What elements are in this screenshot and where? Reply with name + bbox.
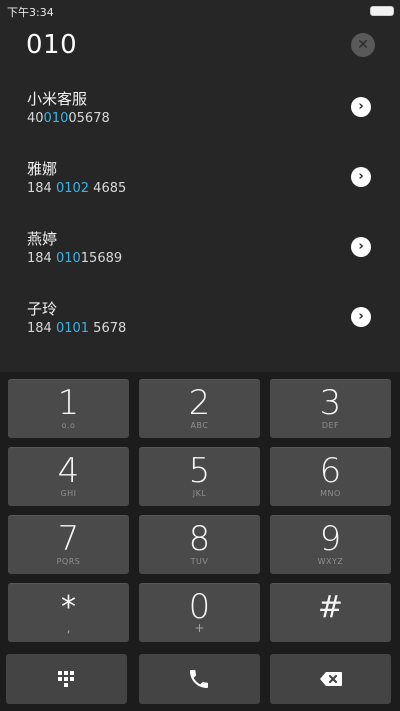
- dialpad-toggle-button[interactable]: [6, 654, 127, 704]
- battery-icon: [370, 6, 394, 16]
- number-match: 0102: [55, 181, 90, 196]
- contact-name: 小米客服: [27, 90, 88, 108]
- key-letters: PQRS: [56, 557, 81, 566]
- key-letters: DEF: [321, 421, 340, 430]
- key-3[interactable]: 3 DEF: [270, 379, 391, 438]
- dialed-number: 010: [26, 30, 78, 60]
- number-suffix: 5678: [89, 321, 127, 336]
- key-letters: ,: [66, 621, 71, 635]
- contact-result-row[interactable]: 雅娜 184 0102 4685 ›: [0, 148, 400, 218]
- key-6[interactable]: 6 MNO: [270, 447, 391, 506]
- number-match: 010: [55, 251, 81, 266]
- number-prefix: 184: [27, 181, 56, 196]
- key-7[interactable]: 7 PQRS: [8, 515, 129, 574]
- key-1[interactable]: 1 o.o: [8, 379, 129, 438]
- keypad: 1 o.o 2 ABC 3 DEF 4 GHI 5 JKL 6 MNO 7 PQ…: [0, 372, 400, 711]
- backspace-icon: [320, 672, 342, 686]
- key-digit: 2: [188, 383, 211, 423]
- number-suffix: 05678: [68, 111, 110, 126]
- key-2[interactable]: 2 ABC: [139, 379, 260, 438]
- call-button[interactable]: [139, 654, 260, 704]
- number-prefix: 184: [27, 251, 56, 266]
- contact-number: 4001005678: [27, 111, 110, 126]
- key-letters: ABC: [190, 421, 209, 430]
- key-digit: 4: [57, 451, 80, 491]
- number-match: 010: [43, 111, 69, 126]
- key-letters: MNO: [320, 489, 341, 498]
- key-9[interactable]: 9 WXYZ: [270, 515, 391, 574]
- number-suffix: 4685: [89, 181, 127, 196]
- key-letters: o.o: [61, 421, 76, 430]
- key-star[interactable]: * ,: [8, 583, 129, 642]
- key-digit: 3: [319, 383, 342, 423]
- dial-display: 010 ✕: [0, 22, 400, 70]
- contact-name: 子玲: [27, 300, 58, 318]
- number-prefix: 40: [27, 111, 44, 126]
- key-letters: TUV: [190, 557, 209, 566]
- key-digit: *: [61, 590, 76, 625]
- contact-number: 184 0101 5678: [27, 321, 126, 336]
- contact-number: 184 01015689: [27, 251, 122, 266]
- key-letters: JKL: [192, 489, 207, 498]
- key-5[interactable]: 5 JKL: [139, 447, 260, 506]
- contact-result-row[interactable]: 子玲 184 0101 5678 ›: [0, 288, 400, 358]
- key-8[interactable]: 8 TUV: [139, 515, 260, 574]
- chevron-right-icon[interactable]: ›: [351, 237, 371, 257]
- key-letters: WXYZ: [317, 557, 344, 566]
- contact-name: 燕婷: [27, 230, 58, 248]
- contact-number: 184 0102 4685: [27, 181, 126, 196]
- dialpad-icon: [58, 671, 74, 687]
- key-0[interactable]: 0 +: [139, 583, 260, 642]
- key-digit: 6: [319, 451, 342, 491]
- clear-icon[interactable]: ✕: [351, 33, 375, 57]
- contact-name: 雅娜: [27, 160, 58, 178]
- number-suffix: 15689: [80, 251, 123, 266]
- backspace-button[interactable]: [270, 654, 391, 704]
- key-hash[interactable]: #: [270, 583, 391, 642]
- key-digit: 9: [319, 519, 342, 559]
- key-digit: 8: [188, 519, 211, 559]
- key-digit: #: [317, 590, 344, 625]
- status-time: 下午3:34: [7, 6, 54, 19]
- phone-icon: [190, 670, 208, 688]
- chevron-right-icon[interactable]: ›: [351, 307, 371, 327]
- number-prefix: 184: [27, 321, 56, 336]
- key-digit: 7: [57, 519, 80, 559]
- key-digit: 1: [57, 383, 80, 423]
- status-bar: 下午3:34: [0, 0, 400, 22]
- key-4[interactable]: 4 GHI: [8, 447, 129, 506]
- chevron-right-icon[interactable]: ›: [351, 97, 371, 117]
- chevron-right-icon[interactable]: ›: [351, 167, 371, 187]
- key-letters: GHI: [60, 489, 77, 498]
- contact-result-row[interactable]: 燕婷 184 01015689 ›: [0, 218, 400, 288]
- contact-result-row[interactable]: 小米客服 4001005678 ›: [0, 78, 400, 148]
- key-digit: 5: [188, 451, 211, 491]
- contact-results: 小米客服 4001005678 › 雅娜 184 0102 4685 › 燕婷 …: [0, 78, 400, 358]
- key-letters: +: [194, 621, 205, 635]
- number-match: 0101: [55, 321, 90, 336]
